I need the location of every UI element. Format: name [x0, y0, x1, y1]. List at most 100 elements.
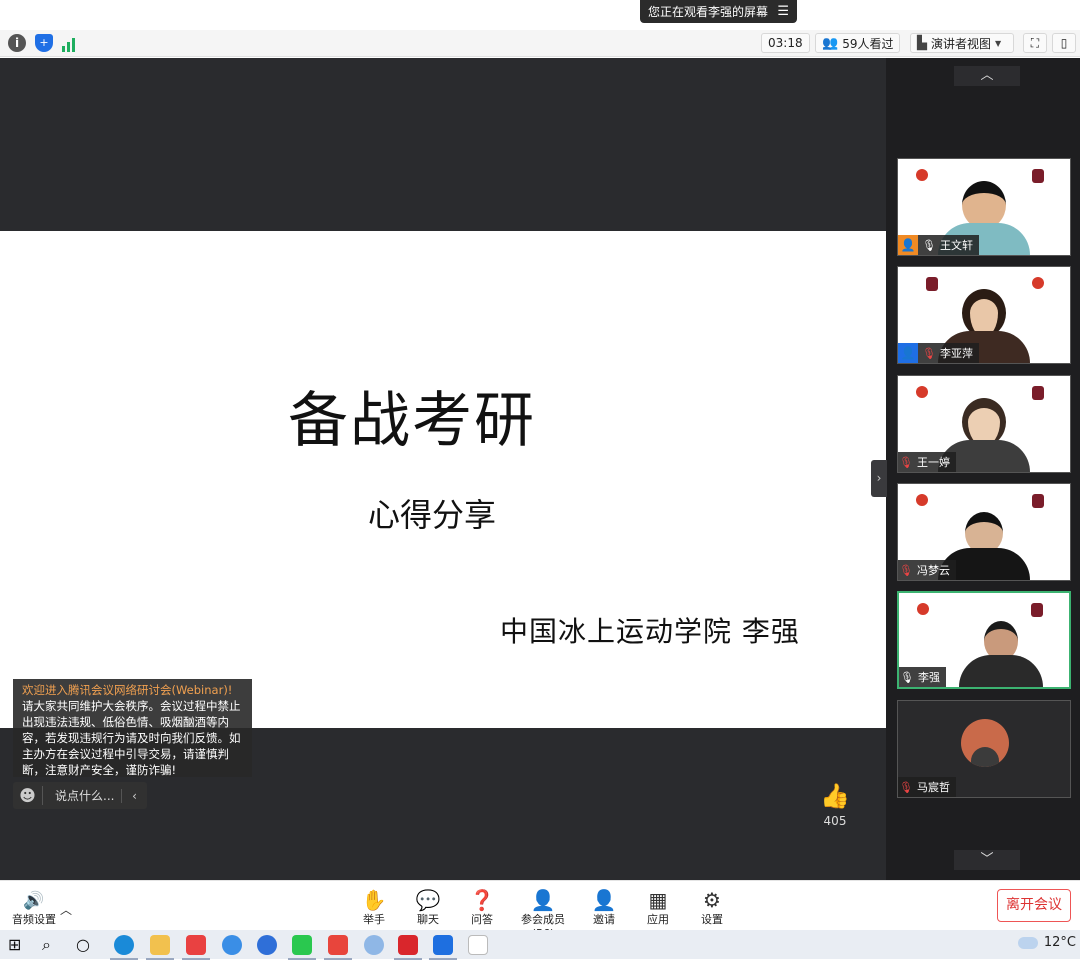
app-blue-icon[interactable]	[364, 935, 384, 955]
video-feed	[959, 621, 1043, 687]
participant-name-tag: 🎙 冯梦云	[898, 560, 956, 580]
university-logo-icon	[1032, 277, 1044, 289]
search-icon[interactable]: ⌕	[42, 935, 62, 955]
apps-button[interactable]: ▦ 应用	[645, 889, 671, 927]
wps-icon[interactable]	[324, 935, 352, 960]
raise-hand-button[interactable]: ✋ 举手	[361, 889, 387, 927]
apps-label: 应用	[647, 913, 669, 926]
emblem-icon	[1032, 386, 1044, 400]
scroll-down-button[interactable]: ﹀	[954, 850, 1020, 870]
scroll-up-button[interactable]: ︿	[954, 66, 1020, 86]
microphone-icon: 🎙	[922, 238, 936, 252]
university-logo-icon	[916, 386, 928, 398]
host-icon: 👤	[898, 235, 918, 255]
qa-label: 问答	[471, 913, 493, 926]
emblem-icon	[1032, 494, 1044, 508]
people-icon: 👥	[822, 35, 839, 51]
slide-subtitle: 心得分享	[368, 496, 497, 534]
participant-tile[interactable]: 🎙 马宸哲	[897, 700, 1071, 798]
weather-widget[interactable]: 12°C	[1017, 935, 1076, 950]
invite-button[interactable]: 👤 邀请	[591, 889, 617, 927]
university-logo-icon	[917, 603, 929, 615]
participant-name: 王文轩	[940, 239, 973, 252]
participant-tile[interactable]: 👤 🎙 王文轩	[897, 158, 1071, 256]
menu-icon[interactable]: ☰	[777, 4, 789, 19]
audio-settings-button[interactable]: 🔊 音频设置	[12, 891, 56, 927]
meeting-timer: 03:18	[761, 33, 810, 53]
view-mode-dropdown[interactable]: ▙ 演讲者视图 ▼	[910, 33, 1014, 53]
avatar	[961, 719, 1009, 767]
cloud-icon	[1017, 936, 1038, 949]
participant-name-tag: 🎙 王一婷	[898, 452, 956, 472]
settings-label: 设置	[701, 913, 723, 926]
chevron-up-icon[interactable]: ︿	[60, 901, 72, 918]
participant-name-tag: 🎙 马宸哲	[898, 777, 956, 797]
speaker-icon: 🔊	[23, 891, 45, 911]
participant-name: 李强	[918, 671, 940, 684]
microphone-icon: 🎙	[900, 670, 914, 684]
meeting-notice: 欢迎进入腾讯会议网络研讨会(Webinar)! 请大家共同维护大会秩序。会议过程…	[13, 679, 252, 777]
settings-button[interactable]: ⚙ 设置	[699, 889, 725, 927]
raise-hand-label: 举手	[363, 913, 385, 926]
slide-author: 中国冰上运动学院 李强	[500, 615, 800, 648]
university-logo-icon	[916, 169, 928, 181]
chat-label: 聊天	[417, 913, 439, 926]
tencent-meeting-icon[interactable]	[429, 935, 457, 960]
microphone-muted-icon: 🎙	[899, 455, 913, 469]
leave-meeting-button[interactable]: 离开会议	[997, 889, 1071, 922]
app-globe-icon[interactable]	[222, 935, 242, 955]
view-mode-text: 演讲者视图	[931, 36, 992, 51]
participant-tile-active-speaker[interactable]: 🎙 李强	[897, 591, 1071, 689]
chat-bubble-icon: 💬	[415, 888, 441, 912]
microphone-muted-icon: 🎙	[922, 346, 936, 360]
screen-share-text: 您正在观看李强的屏幕	[648, 5, 769, 19]
apps-grid-icon: ▦	[648, 888, 668, 912]
wechat-icon[interactable]	[288, 935, 316, 960]
microphone-muted-icon: 🎙	[899, 563, 913, 577]
participant-tile[interactable]: 👤 🎙 李亚萍	[897, 266, 1071, 364]
presentation-slide	[0, 231, 886, 728]
notice-body: 请大家共同维护大会秩序。会议过程中禁止出现违法违规、低俗色情、吸烟酗酒等内容，若…	[22, 699, 241, 777]
participant-tile[interactable]: 🎙 王一婷	[897, 375, 1071, 473]
app-doc-icon[interactable]	[468, 935, 488, 955]
sidebar-toggle-icon[interactable]: ▯	[1052, 33, 1076, 53]
participant-tile[interactable]: 🎙 冯梦云	[897, 483, 1071, 581]
viewers-button[interactable]: 👥 59人看过	[815, 33, 901, 53]
like-count: 405	[823, 814, 847, 828]
windows-start-icon[interactable]: ⊞	[8, 935, 28, 955]
app-k-icon[interactable]	[257, 935, 277, 955]
meeting-top-toolbar: i + 03:18 👥 59人看过 ▙ 演讲者视图 ▼ ⛶ ▯	[0, 30, 1080, 57]
notice-headline: 欢迎进入腾讯会议网络研讨会(Webinar)!	[22, 683, 233, 697]
emblem-icon	[926, 277, 938, 291]
task-view-icon[interactable]: ○	[76, 935, 96, 955]
emblem-icon	[1032, 169, 1044, 183]
signal-icon[interactable]	[62, 34, 80, 52]
app-red-badge-icon[interactable]	[394, 935, 422, 960]
chevron-left-icon[interactable]: ‹	[121, 788, 147, 803]
emoji-icon[interactable]: ☻	[13, 786, 43, 805]
chevron-down-icon: ▼	[995, 38, 1002, 48]
chat-input[interactable]: ☻ 说点什么... ‹	[13, 782, 147, 809]
fullscreen-icon[interactable]: ⛶	[1023, 33, 1047, 53]
temperature-text: 12°C	[1043, 935, 1076, 950]
app-red-icon[interactable]	[182, 935, 210, 960]
shield-icon[interactable]: +	[35, 34, 53, 52]
chat-placeholder[interactable]: 说点什么...	[43, 787, 121, 804]
emblem-icon	[1031, 603, 1043, 617]
university-logo-icon	[916, 494, 928, 506]
participant-name: 李亚萍	[940, 347, 973, 360]
file-explorer-icon[interactable]	[146, 935, 174, 960]
gear-icon: ⚙	[703, 888, 721, 912]
audio-settings-label: 音频设置	[12, 913, 56, 926]
collapse-panel-button[interactable]: ›	[871, 460, 887, 497]
qa-button[interactable]: ❓ 问答	[469, 889, 495, 927]
participant-name: 马宸哲	[917, 781, 950, 794]
thumbs-up-icon[interactable]: 👍	[816, 782, 854, 810]
like-button[interactable]: 👍 405	[816, 782, 854, 828]
meeting-bottom-toolbar: 🔊 音频设置 ︿ ✋ 举手 💬 聊天 ❓ 问答 👤 参会成员(56) 👤 邀请 …	[0, 880, 1080, 940]
layout-icon: ▙	[917, 35, 927, 51]
chat-button[interactable]: 💬 聊天	[415, 889, 441, 927]
edge-browser-icon[interactable]	[110, 935, 138, 960]
invite-label: 邀请	[593, 913, 615, 926]
info-icon[interactable]: i	[8, 34, 26, 52]
